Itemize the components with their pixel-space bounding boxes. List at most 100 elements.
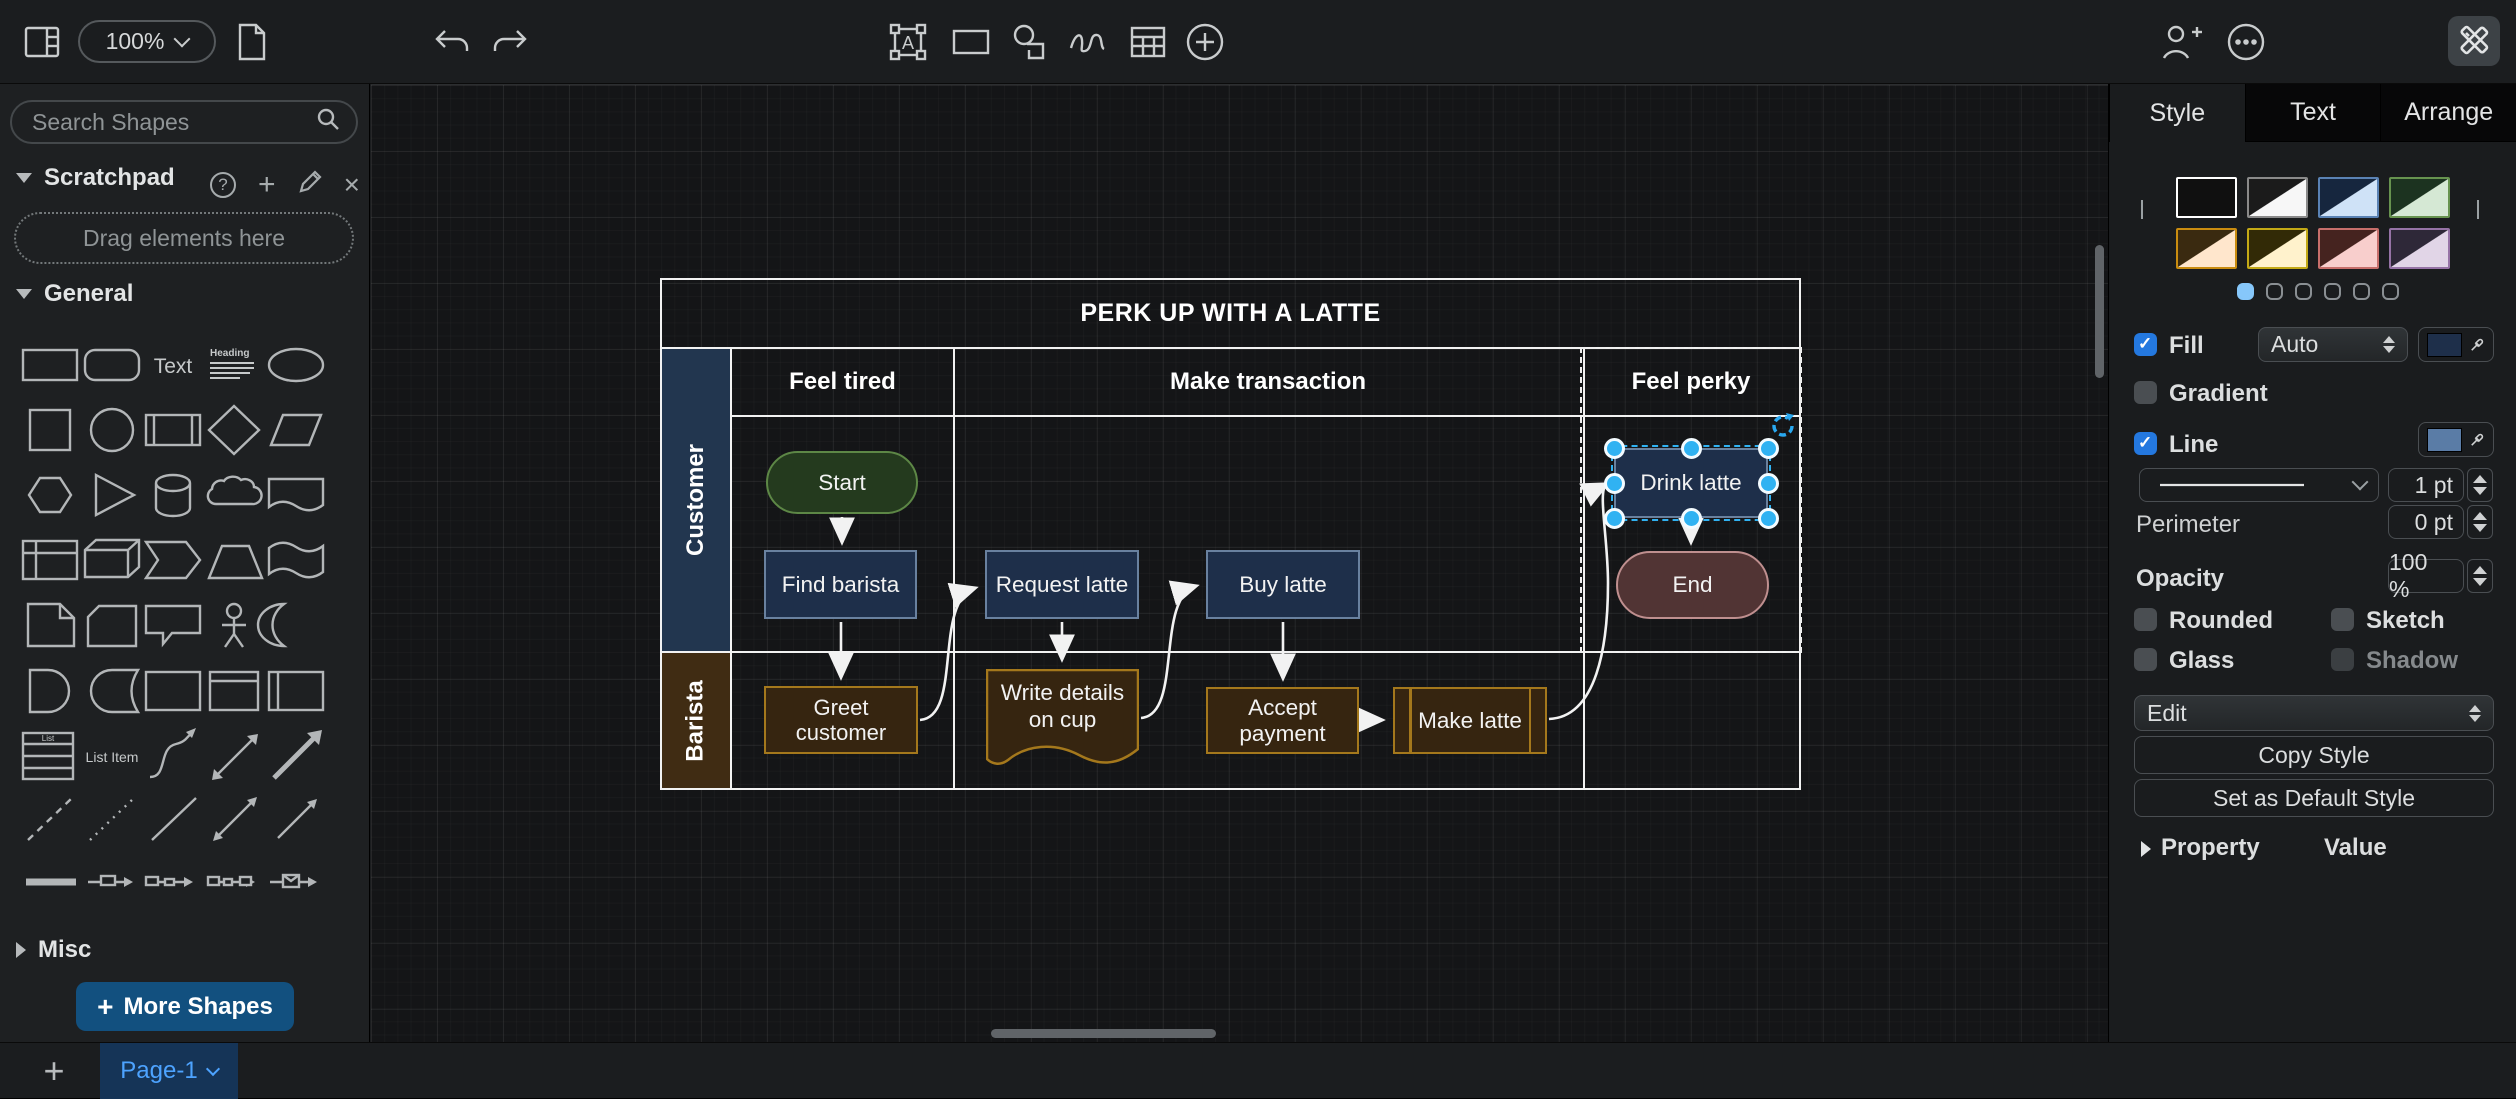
diagram-canvas[interactable]: PERK UP WITH A LATTE Customer Barista Fe… [371,84,2108,1042]
shadow-checkbox[interactable] [2331,648,2354,671]
shape-source-target-arrow[interactable] [208,877,255,887]
rectangle-tool-icon[interactable] [949,20,993,64]
more-shapes-button[interactable]: + More Shapes [76,982,294,1031]
node-end[interactable]: End [1616,551,1769,619]
node-accept-payment[interactable]: Accept payment [1206,687,1359,754]
style-swatch-red[interactable] [2318,228,2379,269]
style-swatch-gray[interactable] [2247,177,2308,218]
phase-feel-tired[interactable]: Feel tired [732,349,953,417]
shape-internal-storage[interactable] [23,541,77,579]
shape-textbox-heading[interactable]: Heading [210,348,254,379]
style-swatch-yellow[interactable] [2247,228,2308,269]
shape-line[interactable] [152,798,196,840]
shape-hexagon[interactable] [29,478,71,512]
line-style-select[interactable] [2139,468,2379,502]
tab-text[interactable]: Text [2245,84,2381,142]
swatch-page-dot-4[interactable] [2324,283,2341,300]
shape-list-item[interactable]: List Item [86,749,139,765]
rounded-checkbox[interactable] [2134,608,2157,631]
shape-dashed-line[interactable] [28,798,72,840]
search-icon[interactable] [316,107,340,137]
shape-label-arrow[interactable] [88,876,133,887]
resize-handle-s[interactable] [1681,508,1702,529]
shape-square[interactable] [30,410,70,450]
add-to-scratchpad-icon[interactable]: + [258,168,276,202]
swatch-page-dot-1[interactable] [2237,283,2254,300]
horizontal-scrollbar[interactable] [991,1029,1216,1038]
line-checkbox[interactable] [2134,432,2157,455]
fill-mode-select[interactable]: Auto [2258,327,2408,362]
redo-icon[interactable] [488,20,532,64]
shape-bidirectional-connector[interactable] [213,797,257,841]
shape-rectangle[interactable] [23,350,77,380]
rotate-handle-icon[interactable] [1768,411,1798,441]
shape-or[interactable] [258,604,284,646]
shape-tape[interactable] [269,543,323,578]
general-section-header[interactable]: General [16,280,133,308]
phase-feel-perky[interactable]: Feel perky [1583,349,1799,417]
node-buy-latte[interactable]: Buy latte [1206,550,1360,619]
shape-vertical-container[interactable] [210,672,258,710]
shape-data-storage[interactable] [91,670,138,712]
edit-style-select[interactable]: Edit [2134,695,2494,731]
scratchpad-drop-zone[interactable]: Drag elements here [14,212,354,264]
shape-curve[interactable] [150,734,192,777]
copy-style-button[interactable]: Copy Style [2134,736,2494,774]
tab-arrange[interactable]: Arrange [2380,84,2516,142]
resize-handle-n[interactable] [1681,438,1702,459]
lane-barista[interactable]: Barista [662,653,732,788]
misc-section-header[interactable]: Misc [16,936,91,964]
shape-list[interactable]: List [23,733,73,779]
opacity-field[interactable]: 100 % [2388,559,2464,593]
shape-diamond[interactable] [209,406,259,454]
resize-handle-nw[interactable] [1604,438,1625,459]
undo-icon[interactable] [430,20,474,64]
style-swatch-blue[interactable] [2318,177,2379,218]
node-request-latte[interactable]: Request latte [985,550,1139,619]
shape-bidirectional-arrow[interactable] [212,734,258,780]
shape-process[interactable] [146,415,200,445]
shape-triangle[interactable] [96,475,134,515]
sidebar-toggle-icon[interactable] [20,20,64,64]
shape-rounded-rectangle[interactable] [85,350,139,380]
line-color-button[interactable] [2418,422,2494,457]
glass-checkbox[interactable] [2134,648,2157,671]
style-swatch-orange[interactable] [2176,228,2237,269]
style-swatch-green[interactable] [2389,177,2450,218]
swatch-prev-icon[interactable] [2135,200,2159,224]
perimeter-field[interactable]: 0 pt [2388,505,2464,539]
gradient-checkbox[interactable] [2134,381,2157,404]
line-width-field[interactable]: 1 pt [2388,468,2464,502]
fill-color-button[interactable] [2418,327,2494,362]
swatch-page-dot-2[interactable] [2266,283,2283,300]
sketch-toggle-button[interactable] [2448,16,2500,66]
resize-handle-w[interactable] [1604,473,1625,494]
shape-callout[interactable] [146,606,200,644]
shape-directional-connector[interactable] [278,799,317,838]
resize-handle-sw[interactable] [1604,508,1625,529]
shapes-tool-icon[interactable] [1007,20,1051,64]
shape-cylinder[interactable] [156,475,190,516]
swatch-page-dot-6[interactable] [2382,283,2399,300]
table-tool-icon[interactable] [1126,20,1170,64]
page-outline-icon[interactable] [230,20,274,64]
scratchpad-section-header[interactable]: Scratchpad [16,164,175,192]
shape-dotted-line[interactable] [90,798,134,840]
node-start[interactable]: Start [766,451,918,514]
more-options-icon[interactable] [2224,20,2268,64]
swatch-page-dot-3[interactable] [2295,283,2312,300]
shape-circle[interactable] [91,409,133,451]
shape-step[interactable] [146,542,200,578]
opacity-stepper[interactable] [2467,559,2493,593]
resize-handle-ne[interactable] [1758,438,1779,459]
share-icon[interactable] [2160,20,2204,64]
help-icon[interactable]: ? [210,172,236,198]
text-tool-icon[interactable]: A [886,20,930,64]
property-expand-icon[interactable] [2141,841,2151,857]
node-write-details[interactable]: Write details on cup [986,669,1139,773]
shape-cloud[interactable] [208,477,262,504]
shape-and[interactable] [30,670,69,712]
sketch-checkbox[interactable] [2331,608,2354,631]
insert-tool-icon[interactable] [1183,20,1227,64]
set-default-style-button[interactable]: Set as Default Style [2134,779,2494,817]
